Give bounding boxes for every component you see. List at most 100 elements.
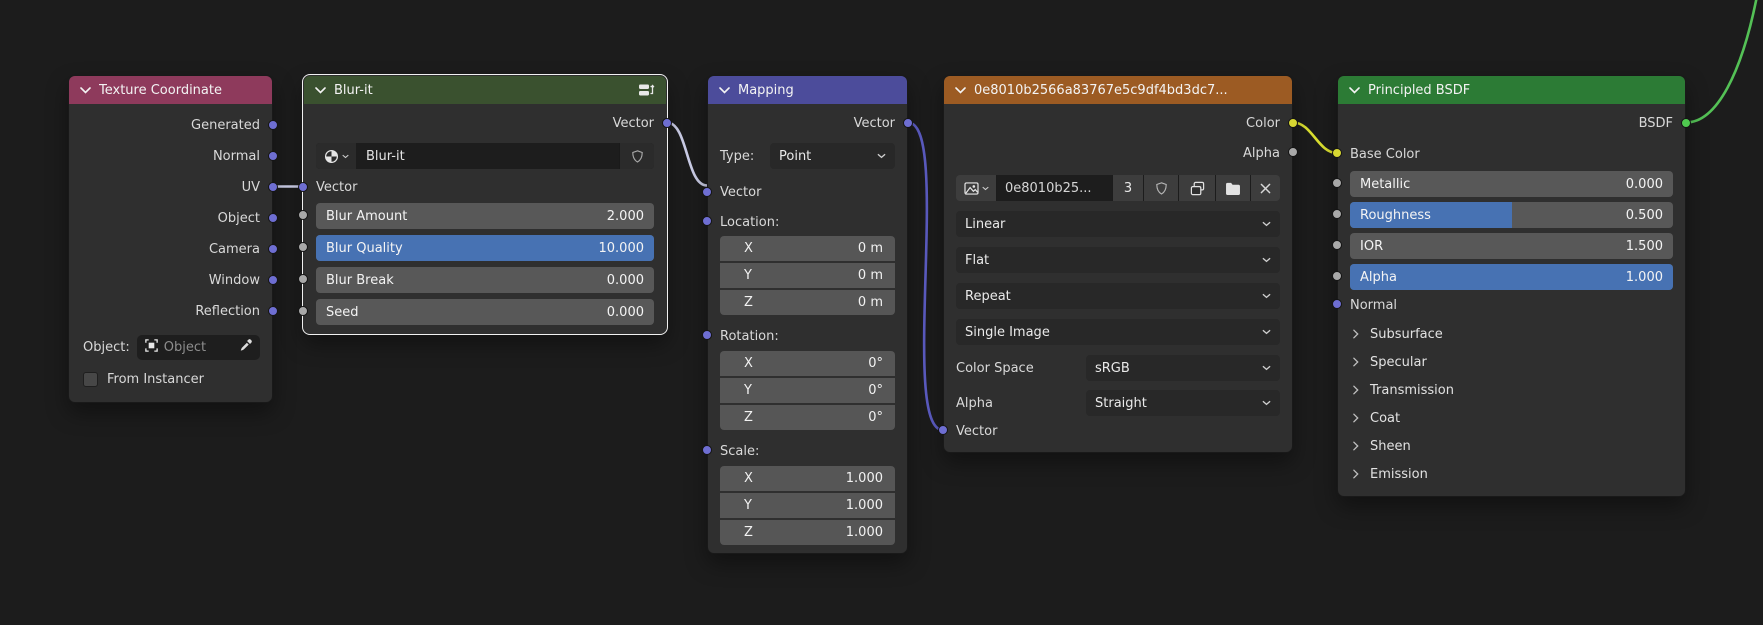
source-dropdown[interactable]: Single Image: [956, 319, 1280, 345]
socket-rotation-input[interactable]: [702, 330, 712, 340]
from-instancer-checkbox[interactable]: [83, 372, 98, 387]
socket-alpha-input[interactable]: [1332, 271, 1342, 281]
unlink-image-button[interactable]: [1251, 175, 1280, 201]
socket-camera-output[interactable]: [268, 244, 278, 254]
rotation-label-row: Rotation:: [708, 321, 907, 351]
color-space-dropdown[interactable]: sRGB: [1086, 355, 1280, 381]
new-image-copy-button[interactable]: [1179, 175, 1216, 201]
socket-location-input[interactable]: [702, 216, 712, 226]
socket-normal-input[interactable]: [1332, 299, 1342, 309]
panel-specular[interactable]: Specular: [1338, 348, 1685, 376]
panel-subsurface[interactable]: Subsurface: [1338, 320, 1685, 348]
panel-coat[interactable]: Coat: [1338, 404, 1685, 432]
socket-mapping-vector-output[interactable]: [903, 118, 913, 128]
interpolation-dropdown[interactable]: Linear: [956, 211, 1280, 237]
ior-slider[interactable]: IOR 1.500: [1350, 233, 1673, 259]
metallic-slider[interactable]: Metallic 0.000: [1350, 171, 1673, 197]
socket-alpha-output[interactable]: [1288, 147, 1298, 157]
socket-window-output[interactable]: [268, 275, 278, 285]
panel-emission[interactable]: Emission: [1338, 460, 1685, 488]
socket-generated-output[interactable]: [268, 120, 278, 130]
color-space-label: Color Space: [956, 361, 1086, 376]
open-image-button[interactable]: [1216, 175, 1251, 201]
image-name-field[interactable]: 0e8010b25...: [997, 175, 1113, 201]
alpha-slider[interactable]: Alpha 1.000: [1350, 264, 1673, 290]
image-browse-button[interactable]: [956, 175, 997, 201]
color-space-row: Color Space sRGB: [956, 355, 1280, 381]
panel-sheen[interactable]: Sheen: [1338, 432, 1685, 460]
node-group-sphere-icon: [324, 149, 339, 164]
alpha-mode-dropdown[interactable]: Straight: [1086, 390, 1280, 416]
extension-dropdown[interactable]: Repeat: [956, 283, 1280, 309]
collapse-chevron-icon[interactable]: [955, 87, 966, 94]
socket-object-output[interactable]: [268, 213, 278, 223]
socket-bsdf-output[interactable]: [1681, 118, 1691, 128]
alpha-mode-row: Alpha Straight: [956, 390, 1280, 416]
socket-uv-output[interactable]: [268, 182, 278, 192]
node-principled-bsdf[interactable]: Principled BSDF BSDF Base Color Metallic…: [1337, 75, 1686, 497]
group-browse-button[interactable]: [316, 143, 356, 169]
collapse-chevron-icon[interactable]: [80, 87, 91, 94]
output-row-vector: Vector: [708, 108, 907, 139]
socket-blur-amount-input[interactable]: [298, 210, 308, 220]
seed-slider[interactable]: Seed 0.000: [316, 299, 654, 325]
collapse-chevron-icon[interactable]: [1349, 87, 1360, 94]
group-name-field[interactable]: Blur-it: [356, 143, 619, 169]
collapse-chevron-icon[interactable]: [315, 87, 326, 94]
blur-break-slider[interactable]: Blur Break 0.000: [316, 267, 654, 293]
node-mapping[interactable]: Mapping Vector Type: Point Vector Locati…: [707, 75, 908, 554]
socket-roughness-input[interactable]: [1332, 209, 1342, 219]
node-editor-canvas[interactable]: Texture Coordinate Generated Normal UV O…: [0, 0, 1763, 625]
eyedropper-icon[interactable]: [239, 338, 253, 356]
input-row-vector: Vector: [304, 172, 666, 203]
scale-y-field[interactable]: Y 1.000: [720, 493, 895, 518]
collapse-chevron-icon[interactable]: [719, 87, 730, 94]
projection-row: Flat: [956, 247, 1280, 273]
socket-mapping-vector-input[interactable]: [702, 187, 712, 197]
socket-base-color-input[interactable]: [1332, 148, 1342, 158]
chevron-down-icon: [1262, 257, 1271, 263]
socket-reflection-output[interactable]: [268, 306, 278, 316]
chevron-down-icon: [877, 153, 886, 159]
socket-blur-vector-output[interactable]: [662, 118, 672, 128]
socket-blur-break-input[interactable]: [298, 274, 308, 284]
scale-z-field[interactable]: Z 1.000: [720, 520, 895, 545]
socket-normal-output[interactable]: [268, 151, 278, 161]
object-picker-placeholder: Object: [164, 340, 234, 355]
folder-icon: [1225, 182, 1241, 195]
location-x-field[interactable]: X 0 m: [720, 236, 895, 261]
fake-user-shield-button[interactable]: [619, 143, 654, 169]
dropdown-value: Single Image: [965, 325, 1050, 340]
node-image-texture[interactable]: 0e8010b2566a83767e5c9df4bd3dc7... Color …: [943, 75, 1293, 453]
output-label: Reflection: [195, 304, 260, 319]
dropdown-value: Point: [779, 149, 811, 164]
socket-scale-input[interactable]: [702, 445, 712, 455]
location-y-field[interactable]: Y 0 m: [720, 263, 895, 288]
users-count-button[interactable]: 3: [1113, 175, 1144, 201]
node-blur-it-group[interactable]: Blur-it Vector Blur-it Vector: [303, 75, 667, 334]
roughness-slider[interactable]: Roughness 0.500: [1350, 202, 1673, 228]
rotation-x-field[interactable]: X 0°: [720, 351, 895, 376]
socket-image-vector-input[interactable]: [938, 425, 948, 435]
object-picker-field[interactable]: Object: [137, 335, 260, 360]
axis-value: 0°: [868, 383, 883, 398]
node-texture-coordinate[interactable]: Texture Coordinate Generated Normal UV O…: [68, 75, 273, 403]
rotation-z-field[interactable]: Z 0°: [720, 405, 895, 430]
socket-metallic-input[interactable]: [1332, 178, 1342, 188]
socket-blur-vector-input[interactable]: [298, 182, 308, 192]
rotation-y-field[interactable]: Y 0°: [720, 378, 895, 403]
output-row-alpha: Alpha: [944, 139, 1292, 167]
blur-amount-slider[interactable]: Blur Amount 2.000: [316, 203, 654, 229]
blur-quality-slider[interactable]: Blur Quality 10.000: [316, 235, 654, 261]
projection-dropdown[interactable]: Flat: [956, 247, 1280, 273]
location-z-field[interactable]: Z 0 m: [720, 290, 895, 315]
chevron-right-icon: [1353, 357, 1359, 367]
socket-color-output[interactable]: [1288, 118, 1298, 128]
socket-ior-input[interactable]: [1332, 240, 1342, 250]
fake-user-shield-button[interactable]: [1144, 175, 1179, 201]
socket-seed-input[interactable]: [298, 306, 308, 316]
mapping-type-dropdown[interactable]: Point: [770, 143, 895, 169]
socket-blur-quality-input[interactable]: [298, 242, 308, 252]
panel-transmission[interactable]: Transmission: [1338, 376, 1685, 404]
scale-x-field[interactable]: X 1.000: [720, 466, 895, 491]
